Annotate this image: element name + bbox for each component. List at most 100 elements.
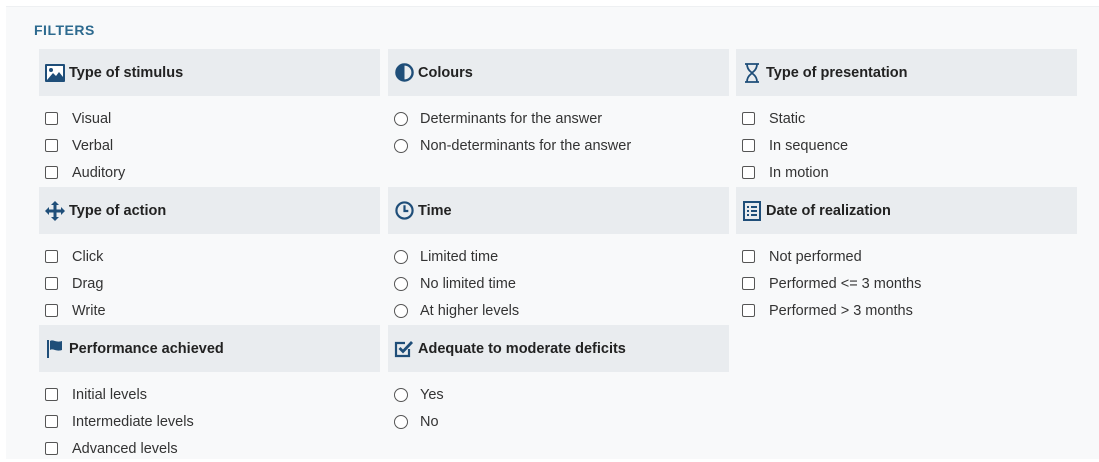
radio-button[interactable]: [394, 276, 408, 291]
checkbox[interactable]: [742, 139, 755, 152]
checkbox[interactable]: [45, 139, 58, 152]
option-yes[interactable]: Yes: [388, 381, 729, 408]
filter-group-type-of-stimulus: Type of stimulus Visual Verbal Auditory: [39, 49, 380, 186]
radio-button[interactable]: [394, 414, 408, 429]
contrast-icon: [394, 63, 414, 83]
radio-button[interactable]: [394, 303, 408, 318]
group-header: Colours: [388, 49, 729, 96]
option-label: Advanced levels: [72, 440, 178, 457]
option-label: Auditory: [72, 164, 126, 181]
list-alt-icon: [742, 200, 762, 221]
filters-title: FILTERS: [34, 22, 95, 38]
option-label: No limited time: [420, 275, 516, 292]
hourglass-icon: [742, 62, 762, 83]
group-title: Colours: [418, 64, 473, 81]
option-at-higher-levels[interactable]: At higher levels: [388, 297, 729, 324]
filter-group-adequate-to-moderate-deficits: Adequate to moderate deficits Yes No: [388, 325, 729, 435]
flag-icon: [45, 339, 65, 359]
option-label: In sequence: [769, 137, 849, 154]
option-label: Non-determinants for the answer: [420, 137, 632, 154]
checkbox[interactable]: [45, 442, 58, 455]
checkbox[interactable]: [742, 166, 755, 179]
checkbox[interactable]: [742, 112, 755, 125]
filter-group-date-of-realization: Date of realization Not performed Perfor…: [736, 187, 1077, 324]
option-label: Performed <= 3 months: [769, 275, 922, 292]
option-determinants[interactable]: Determinants for the answer: [388, 105, 729, 132]
checkbox[interactable]: [45, 166, 58, 179]
radio-button[interactable]: [394, 249, 408, 264]
radio-button[interactable]: [394, 111, 408, 126]
option-label: Verbal: [72, 137, 114, 154]
group-title: Type of action: [69, 202, 167, 219]
option-label: Click: [72, 248, 104, 265]
checkbox[interactable]: [45, 277, 58, 290]
group-header: Adequate to moderate deficits: [388, 325, 729, 372]
radio-button[interactable]: [394, 138, 408, 153]
option-label: Write: [72, 302, 106, 319]
option-performed-within-3-months[interactable]: Performed <= 3 months: [736, 270, 1077, 297]
option-drag[interactable]: Drag: [39, 270, 380, 297]
option-verbal[interactable]: Verbal: [39, 132, 380, 159]
filter-group-type-of-presentation: Type of presentation Static In sequence …: [736, 49, 1077, 186]
filter-group-colours: Colours Determinants for the answer Non-…: [388, 49, 729, 159]
option-in-sequence[interactable]: In sequence: [736, 132, 1077, 159]
filter-group-type-of-action: Type of action Click Drag Write: [39, 187, 380, 324]
option-no-limited-time[interactable]: No limited time: [388, 270, 729, 297]
option-non-determinants[interactable]: Non-determinants for the answer: [388, 132, 729, 159]
option-advanced-levels[interactable]: Advanced levels: [39, 435, 380, 462]
option-limited-time[interactable]: Limited time: [388, 243, 729, 270]
checkbox[interactable]: [742, 304, 755, 317]
option-click[interactable]: Click: [39, 243, 380, 270]
option-intermediate-levels[interactable]: Intermediate levels: [39, 408, 380, 435]
group-title: Date of realization: [766, 202, 891, 219]
option-in-motion[interactable]: In motion: [736, 159, 1077, 186]
filter-group-performance-achieved: Performance achieved Initial levels Inte…: [39, 325, 380, 462]
option-label: Not performed: [769, 248, 862, 265]
check-square-icon: [394, 339, 414, 359]
checkbox[interactable]: [45, 415, 58, 428]
option-auditory[interactable]: Auditory: [39, 159, 380, 186]
option-initial-levels[interactable]: Initial levels: [39, 381, 380, 408]
option-label: Determinants for the answer: [420, 110, 603, 127]
option-label: Limited time: [420, 248, 499, 265]
group-title: Type of presentation: [766, 64, 908, 81]
checkbox[interactable]: [45, 250, 58, 263]
checkbox[interactable]: [742, 250, 755, 263]
option-label: Performed > 3 months: [769, 302, 913, 319]
option-write[interactable]: Write: [39, 297, 380, 324]
option-label: Drag: [72, 275, 104, 292]
option-label: Visual: [72, 110, 112, 127]
option-label: Yes: [420, 386, 444, 403]
group-title: Type of stimulus: [69, 64, 184, 81]
option-label: Intermediate levels: [72, 413, 194, 430]
option-label: In motion: [769, 164, 829, 181]
group-title: Time: [418, 202, 452, 219]
option-label: No: [420, 413, 439, 430]
checkbox[interactable]: [45, 112, 58, 125]
option-visual[interactable]: Visual: [39, 105, 380, 132]
group-title: Performance achieved: [69, 340, 224, 357]
group-title: Adequate to moderate deficits: [418, 340, 626, 357]
option-label: At higher levels: [420, 302, 520, 319]
filter-group-time: Time Limited time No limited time At hig…: [388, 187, 729, 324]
option-label: Static: [769, 110, 806, 127]
checkbox[interactable]: [742, 277, 755, 290]
checkbox[interactable]: [45, 304, 58, 317]
move-icon: [45, 200, 65, 221]
group-header: Performance achieved: [39, 325, 380, 372]
group-header: Type of presentation: [736, 49, 1077, 96]
option-performed-over-3-months[interactable]: Performed > 3 months: [736, 297, 1077, 324]
option-label: Initial levels: [72, 386, 147, 403]
image-icon: [45, 63, 65, 83]
checkbox[interactable]: [45, 388, 58, 401]
option-not-performed[interactable]: Not performed: [736, 243, 1077, 270]
option-no[interactable]: No: [388, 408, 729, 435]
group-header: Type of action: [39, 187, 380, 234]
group-header: Date of realization: [736, 187, 1077, 234]
option-static[interactable]: Static: [736, 105, 1077, 132]
group-header: Type of stimulus: [39, 49, 380, 96]
clock-icon: [394, 201, 414, 221]
radio-button[interactable]: [394, 387, 408, 402]
filters-panel: FILTERS Type of stimulus Visual Verbal A…: [6, 6, 1099, 459]
group-header: Time: [388, 187, 729, 234]
